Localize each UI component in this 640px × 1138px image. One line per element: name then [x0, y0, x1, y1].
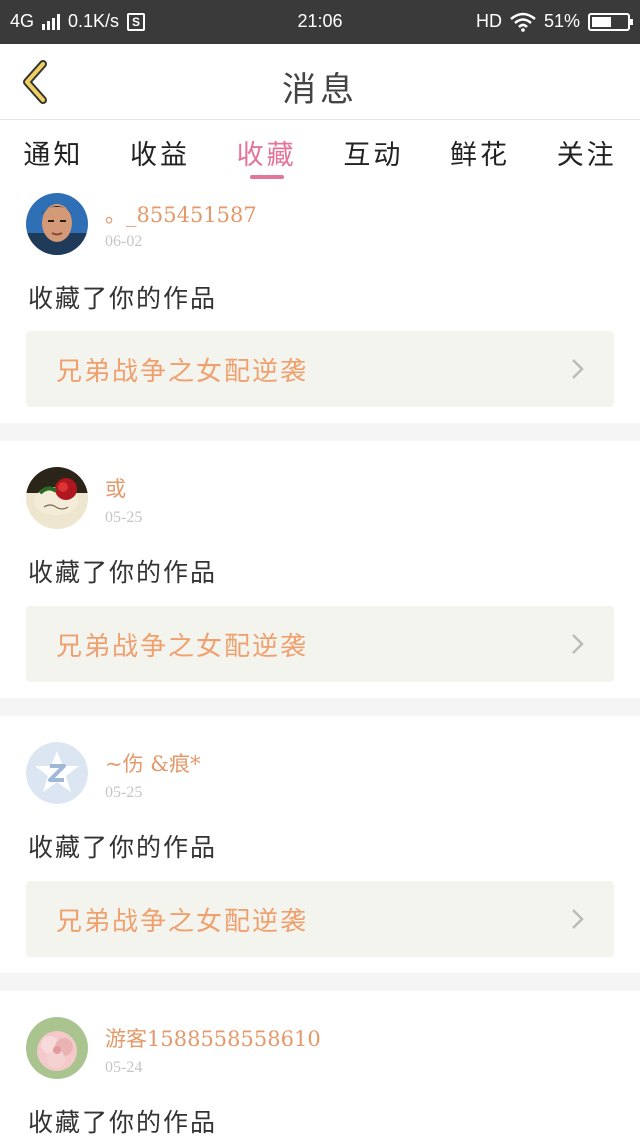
action-text: 收藏了你的作品	[28, 284, 218, 313]
tab-flowers[interactable]: 鲜花	[427, 121, 534, 183]
action-text: 收藏了你的作品	[28, 833, 218, 862]
list-item: 或 05-25 收藏了你的作品 兄弟战争之女配逆袭	[0, 441, 640, 698]
wifi-icon	[510, 12, 536, 32]
avatar[interactable]	[26, 467, 88, 529]
work-link[interactable]: 兄弟战争之女配逆袭	[26, 606, 614, 682]
username[interactable]: 游客1588558558610	[105, 1023, 321, 1053]
work-title: 兄弟战争之女配逆袭	[56, 632, 309, 662]
page-title: 消息	[282, 70, 358, 110]
header-bar: 消息	[0, 44, 640, 120]
divider	[0, 973, 640, 991]
work-link[interactable]: 兄弟战争之女配逆袭	[26, 331, 614, 407]
username[interactable]: 。_855451587	[105, 199, 257, 229]
chevron-left-icon[interactable]	[16, 58, 56, 106]
avatar[interactable]	[26, 742, 88, 804]
list-item: 游客1588558558610 05-24 收藏了你的作品	[0, 991, 640, 1138]
tab-favorites[interactable]: 收藏	[213, 121, 320, 183]
work-title: 兄弟战争之女配逆袭	[56, 357, 309, 387]
tab-interactions[interactable]: 互动	[320, 121, 427, 183]
status-bar: 4G 0.1K/s S 21:06 HD 51%	[0, 0, 640, 44]
post-date: 05-25	[105, 509, 143, 526]
work-title: 兄弟战争之女配逆袭	[56, 907, 309, 937]
divider	[0, 423, 640, 441]
chevron-right-icon	[572, 359, 584, 379]
tab-earnings[interactable]: 收益	[107, 121, 214, 183]
chevron-right-icon	[572, 909, 584, 929]
chevron-right-icon	[572, 634, 584, 654]
tab-bar: 通知 收益 收藏 互动 鲜花 关注	[0, 121, 640, 183]
action-text: 收藏了你的作品	[28, 558, 218, 587]
tab-follows[interactable]: 关注	[533, 121, 640, 183]
tab-notifications[interactable]: 通知	[0, 121, 107, 183]
hd-label: HD	[475, 11, 502, 31]
username[interactable]: 或	[105, 473, 126, 503]
work-link[interactable]: 兄弟战争之女配逆袭	[26, 881, 614, 957]
post-date: 05-24	[105, 1059, 143, 1076]
divider	[0, 698, 640, 716]
battery-icon	[588, 12, 633, 31]
avatar[interactable]	[26, 193, 88, 255]
list-item: ~伤 &痕* 05-25 收藏了你的作品 兄弟战争之女配逆袭	[0, 716, 640, 973]
battery-percent: 51%	[543, 11, 580, 31]
username[interactable]: ~伤 &痕*	[105, 748, 200, 778]
status-right: HD 51%	[475, 11, 633, 32]
post-date: 06-02	[105, 233, 143, 250]
avatar[interactable]	[26, 1017, 88, 1079]
post-date: 05-25	[105, 784, 143, 801]
list-item: 。_855451587 06-02 收藏了你的作品 兄弟战争之女配逆袭	[0, 183, 640, 423]
action-text: 收藏了你的作品	[28, 1108, 218, 1137]
